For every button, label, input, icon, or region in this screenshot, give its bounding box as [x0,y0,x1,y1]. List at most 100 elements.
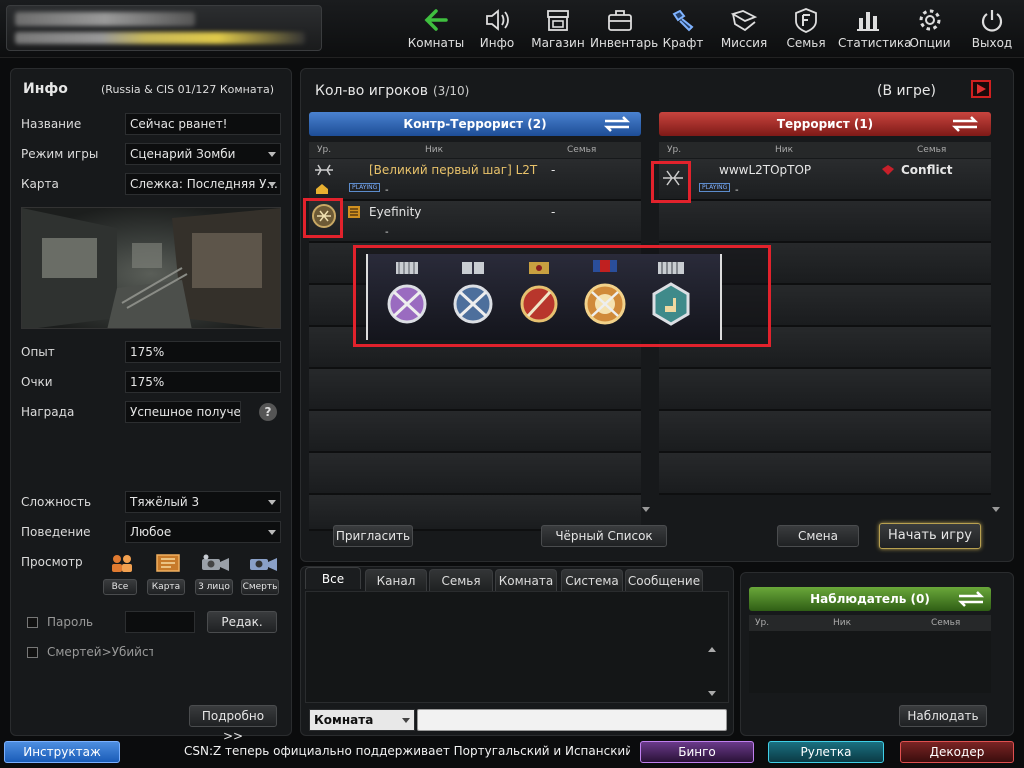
chevron-down-icon [268,182,276,187]
nav-family-button[interactable]: Семья [776,4,836,54]
game-mode-label: Режим игры [21,147,99,161]
chevron-down-icon [268,500,276,505]
chat-channel-value: Комната [314,713,374,727]
room-name-label: Название [21,117,82,131]
nav-inventory-button[interactable]: Инвентарь [590,4,658,54]
ct-team-header[interactable]: Контр-Террорист (2) [309,112,641,136]
room-name-field[interactable]: Сейчас рванет! [125,113,281,135]
invite-button[interactable]: Пригласить [333,525,413,547]
medal-2-icon [453,262,493,324]
nav-stats-button[interactable]: Статистика [838,4,912,54]
player-family: - [551,163,556,177]
blacklist-button[interactable]: Чёрный Список [541,525,667,547]
deaths-kills-label: Смертей>Убийств [47,645,153,659]
password-checkbox[interactable] [27,617,38,628]
player-family: - [551,205,556,219]
briefcase-icon [608,10,632,31]
player-profile-card[interactable] [6,5,322,51]
help-icon[interactable]: ? [259,403,277,421]
shop-icon [547,10,569,31]
tutorial-button[interactable]: Инструктаж [4,741,120,763]
swap-team-icon[interactable] [599,115,635,133]
nav-exit-button[interactable]: Выход [962,4,1022,54]
nav-craft-button[interactable]: Крафт [653,4,713,54]
nav-rooms-button[interactable]: Комнаты [406,4,466,54]
ct-player-slot[interactable]: Eyefinity - - [303,198,641,243]
player-exp-bar-blurred [15,32,305,44]
decoder-button[interactable]: Декодер [900,741,1014,763]
medal-1-icon [387,262,427,324]
empty-slot[interactable] [659,453,991,495]
power-icon [981,10,1003,32]
view-map-button[interactable]: Карта [147,579,185,595]
map-value: Слежка: Последняя У... [130,177,278,191]
chat-tab-system[interactable]: Система [561,569,623,591]
chat-scroll-down[interactable] [708,691,716,696]
t-team-header[interactable]: Террорист (1) [659,112,991,136]
medal-5-icon [652,262,690,326]
points-label: Очки [21,375,53,389]
chat-channel-select[interactable]: Комната [309,709,415,731]
edit-button[interactable]: Редак. [207,611,277,633]
password-field[interactable] [125,611,195,633]
player-nick: Eyefinity [369,205,422,219]
start-game-button[interactable]: Начать игру [879,523,981,549]
chat-tab-room[interactable]: Комната [495,569,557,591]
playing-badge: PLAYING [699,183,731,192]
game-mode-value: Сценарий Зомби [130,147,236,161]
view-third-person-button[interactable]: 3 лицо [195,579,233,595]
empty-slot[interactable] [659,369,991,411]
t-player-slot[interactable]: wwwL2TOpTOP PLAYING - Conflict [651,159,991,203]
game-mode-select[interactable]: Сценарий Зомби [125,143,281,165]
rank-icon [315,164,333,176]
chat-input[interactable] [417,709,727,731]
watch-button[interactable]: Наблюдать [899,705,987,727]
deaths-kills-checkbox[interactable] [27,647,38,658]
view-death-icon [247,553,279,573]
chat-scroll-up[interactable] [708,647,716,652]
medal-popup-highlight [353,245,771,347]
empty-slot[interactable] [309,369,641,411]
swap-team-icon[interactable] [947,115,983,133]
gear-icon [919,9,941,31]
swap-team-icon[interactable] [953,590,989,608]
player-nick: wwwL2TOpTOP [719,163,812,177]
chat-tab-all[interactable]: Все [305,567,361,589]
difficulty-select[interactable]: Тяжёлый 3 [125,491,281,513]
roulette-button[interactable]: Рулетка [768,741,884,763]
chat-tab-family[interactable]: Семья [429,569,493,591]
details-button[interactable]: Подробно >> [189,705,277,743]
players-panel: Кол-во игроков (3/10) (В игре) Контр-Тер… [300,68,1014,562]
player-count-label: Кол-во игроков [315,83,428,99]
t-scrollbar[interactable] [992,142,1000,514]
view-all-button[interactable]: Все [103,579,137,595]
player-count-value: (3/10) [433,84,470,98]
chevron-down-icon [402,718,410,723]
swap-button[interactable]: Смена [777,525,859,547]
play-icon[interactable] [971,80,991,98]
nav-info-button[interactable]: Инфо [467,4,527,54]
ct-team-label: Контр-Террорист (2) [403,117,547,131]
view-death-button[interactable]: Смерть [241,579,279,595]
empty-slot[interactable] [309,453,641,495]
bingo-button[interactable]: Бинго [640,741,754,763]
family-icon [795,8,817,33]
family-emblem-icon [882,165,894,175]
ct-player-slot[interactable]: [Великий первый шаг] L2T PLAYING - - [309,159,641,201]
chat-tab-message[interactable]: Сообщение [625,569,703,591]
view-all-icon [109,553,135,573]
medal-3-icon [520,262,558,323]
empty-slot[interactable] [309,411,641,453]
t-team-label: Террорист (1) [776,117,874,131]
ct-column-header: Ур. Ник Семья [309,142,641,158]
map-select[interactable]: Слежка: Последняя У... [125,173,281,195]
nav-options-button[interactable]: Опции [900,4,960,54]
nav-mission-button[interactable]: Миссия [714,4,774,54]
empty-slot[interactable] [659,201,991,243]
map-preview-image [21,207,281,329]
exp-value: 175% [125,341,281,363]
chat-tab-channel[interactable]: Канал [365,569,427,591]
behavior-select[interactable]: Любое [125,521,281,543]
nav-shop-button[interactable]: Магазин [528,4,588,54]
empty-slot[interactable] [659,411,991,453]
